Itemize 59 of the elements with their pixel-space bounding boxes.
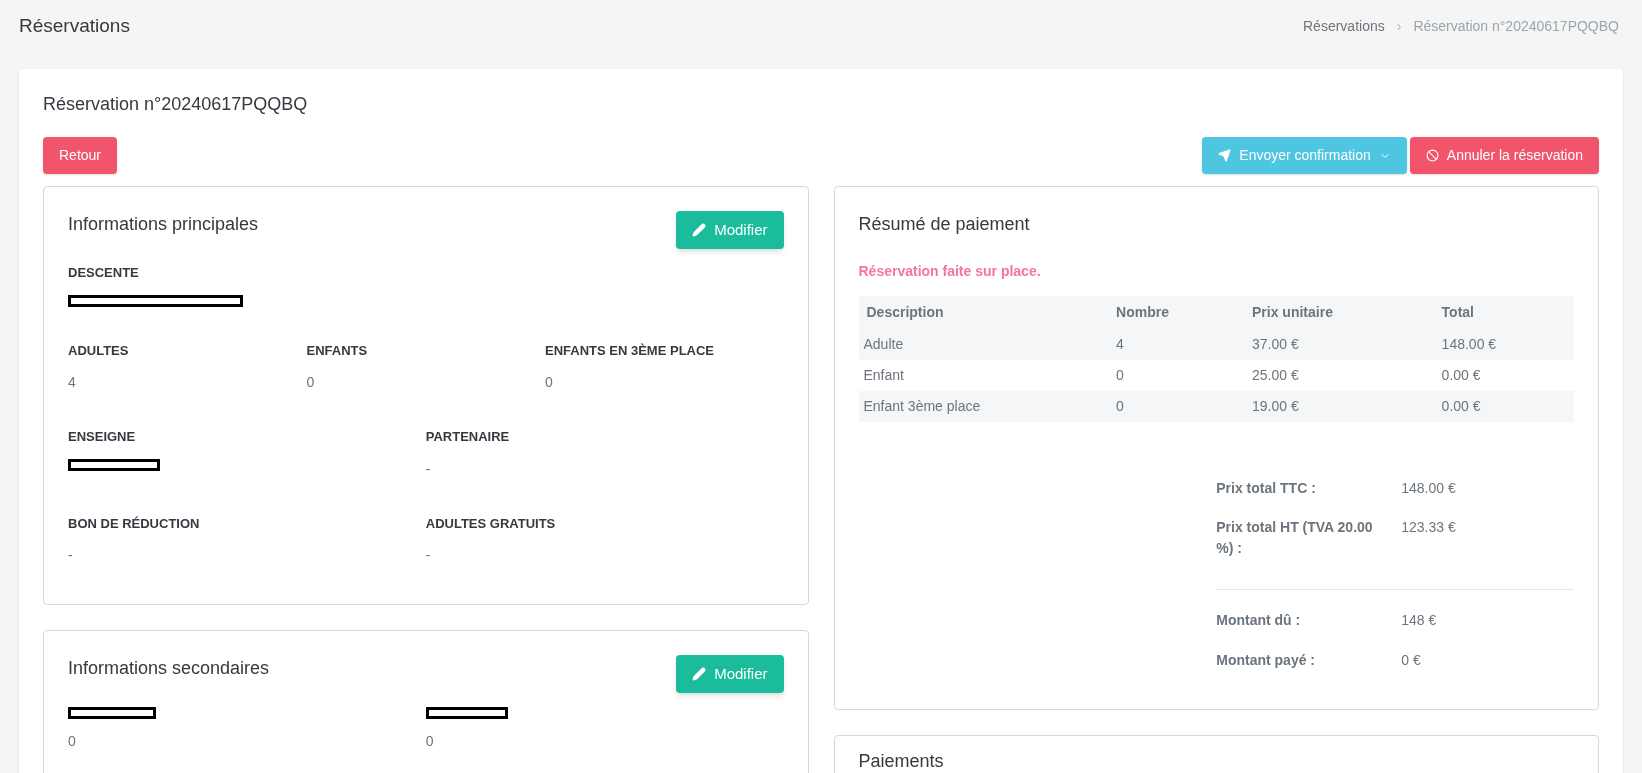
pencil-icon [692,667,707,681]
back-button[interactable]: Retour [43,137,118,174]
field-value: 4 [68,373,77,392]
field-value: - [68,546,74,565]
amount-label: Montant dû : [1216,611,1302,630]
field-value: 0 [425,732,435,751]
total-label: Prix total TTC : [1216,479,1317,498]
field-value: - [425,546,432,565]
pencil-icon [692,223,707,237]
field-value: 0 [306,373,316,392]
field-label: ADULTES [68,341,130,360]
table-cell: 0 [1116,360,1252,391]
total-value: 148.00 € [1401,479,1457,498]
table-cell: 0 [1116,391,1252,422]
table-cell: 4 [1116,329,1252,360]
send-icon [1218,149,1232,162]
field-value: 0 [68,732,77,751]
reservation-title: Réservation n°20240617PQQBQ [43,93,309,116]
modify-button[interactable]: Modifier [676,211,784,249]
field-label: PARTENAIRE [425,428,511,446]
table-cell: 19.00 € [1252,391,1442,422]
field-label: DESCENTE [68,264,140,282]
ban-icon [1425,149,1439,162]
field-label: ENSEIGNE [68,428,137,446]
column-header: Nombre [1116,296,1252,329]
panel-title: Paiements [858,750,945,773]
table-cell: 37.00 € [1252,329,1442,360]
table-cell: 25.00 € [1252,360,1442,391]
table-cell: 0.00 € [1441,360,1574,391]
table-cell: Enfant 3ème place [858,391,1117,422]
total-value: 123.33 € [1401,518,1457,537]
panel-title: Résumé de paiement [858,213,1031,236]
breadcrumb-item[interactable]: Réservations [1303,15,1385,37]
field-label: BON DE RÉDUCTION [68,514,201,533]
column-header: Prix unitaire [1252,296,1442,329]
panel-title: Informations principales [68,213,259,236]
notice-text: Réservation faite sur place. [858,262,1042,281]
table-cell: 0.00 € [1441,391,1574,422]
column-header: Description [858,296,1117,329]
field-label: ADULTES GRATUITS [425,514,557,533]
field-label: ENFANTS [306,341,369,360]
field-label: ENFANTS EN 3ÈME PLACE [545,341,716,360]
field-value: - [425,459,432,479]
amount-label: Montant payé : [1216,651,1317,670]
panel-title: Informations secondaires [68,657,270,680]
breadcrumb-item: Réservation n°20240617PQQBQ [1413,16,1619,36]
table-cell: 148.00 € [1441,329,1574,360]
modify-button[interactable]: Modifier [676,655,784,693]
amount-value: 0 € [1401,651,1422,670]
table-cell: Enfant [858,360,1117,391]
send-confirmation-button[interactable]: Envoyer confirmation [1202,137,1407,174]
page-title: Réservations [19,13,130,38]
amount-value: 148 € [1401,611,1438,630]
table-cell: Adulte [858,329,1117,360]
field-value: 0 [545,373,554,392]
total-label: Prix total HT (TVA 20.00 %) : [1216,518,1374,558]
breadcrumb-separator: › [1396,16,1402,36]
cancel-reservation-button[interactable]: Annuler la réservation [1409,137,1599,174]
column-header: Total [1441,296,1574,329]
